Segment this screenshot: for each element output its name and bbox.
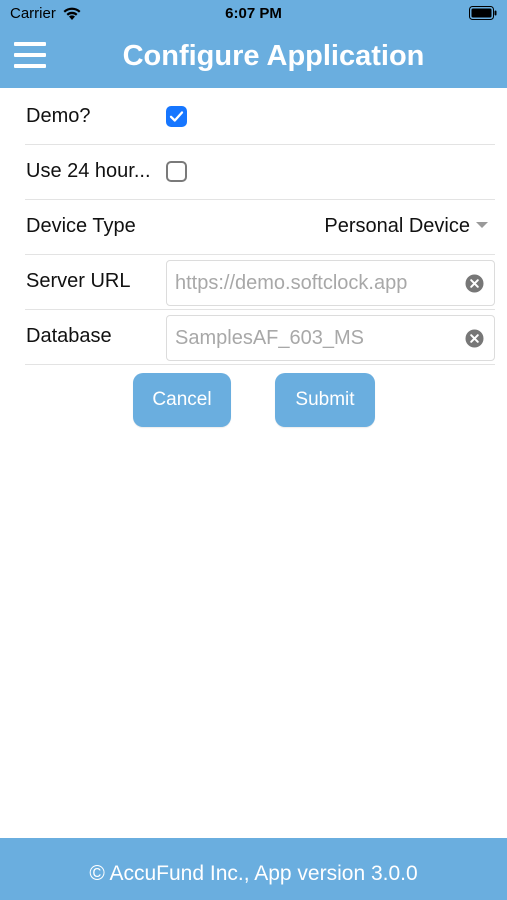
- device-type-value: Personal Device: [324, 215, 470, 237]
- hamburger-menu-icon[interactable]: [14, 40, 48, 70]
- footer-text: © AccuFund Inc., App version 3.0.0: [89, 862, 418, 885]
- demo-row: Demo?: [25, 89, 495, 145]
- app-header: Carrier 6:07 PM Configure Application: [0, 0, 507, 88]
- device-type-row: Device Type Personal Device: [25, 199, 495, 255]
- clear-icon[interactable]: [465, 274, 484, 293]
- server-url-label: Server URL: [26, 270, 131, 292]
- status-time: 6:07 PM: [225, 5, 282, 22]
- use-24-hour-label: Use 24 hour...: [26, 160, 151, 182]
- battery-icon: [469, 6, 497, 20]
- device-type-label: Device Type: [26, 215, 136, 237]
- use-24-hour-checkbox[interactable]: [166, 161, 187, 182]
- status-bar: Carrier 6:07 PM: [0, 0, 507, 28]
- database-label: Database: [26, 325, 112, 347]
- server-url-field: [166, 260, 495, 306]
- database-field: [166, 315, 495, 361]
- cancel-button[interactable]: Cancel: [133, 373, 231, 427]
- submit-button[interactable]: Submit: [275, 373, 375, 427]
- footer: © AccuFund Inc., App version 3.0.0: [0, 838, 507, 900]
- use-24-hour-row: Use 24 hour...: [25, 144, 495, 200]
- checkmark-icon: [169, 111, 184, 122]
- demo-label: Demo?: [26, 105, 91, 127]
- device-type-select[interactable]: Personal Device: [324, 199, 488, 254]
- demo-checkbox[interactable]: [166, 106, 187, 127]
- dropdown-caret-icon: [476, 221, 488, 228]
- server-url-input[interactable]: [175, 261, 455, 305]
- database-input[interactable]: [175, 316, 455, 360]
- server-url-row: Server URL: [25, 254, 495, 310]
- database-row: Database: [25, 309, 495, 365]
- page-title: Configure Application: [122, 40, 425, 72]
- clear-icon[interactable]: [465, 329, 484, 348]
